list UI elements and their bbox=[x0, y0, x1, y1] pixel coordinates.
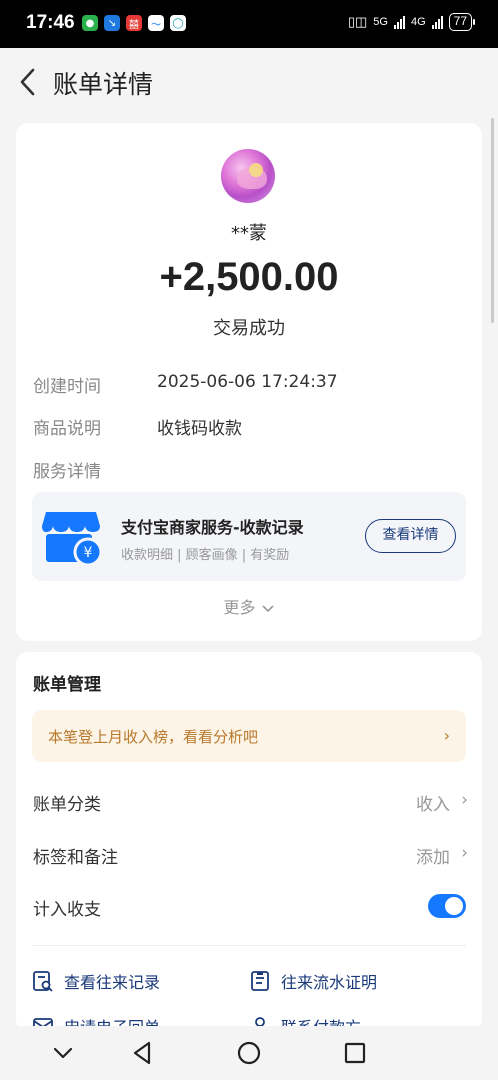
transaction-card: **蒙 +2,500.00 交易成功 创建时间 2025-06-06 17:24… bbox=[16, 123, 482, 641]
chevron-right-icon: › bbox=[461, 790, 468, 810]
amount: +2,500.00 bbox=[159, 255, 339, 299]
status-bar: 17:46 ● ↘ 囍 ～ ◯ ▯◫ 5G 4G 77 bbox=[0, 0, 498, 48]
document-icon bbox=[251, 971, 269, 991]
tags-notes-label: 标签和备注 bbox=[33, 848, 118, 868]
back-triangle-icon[interactable] bbox=[128, 1038, 158, 1068]
divider bbox=[32, 945, 466, 946]
network-4g-label: 4G bbox=[410, 16, 426, 28]
service-title: 支付宝商家服务-收款记录 bbox=[121, 518, 304, 537]
app-notification-icon: ↘ bbox=[104, 15, 120, 31]
chevron-down-icon[interactable] bbox=[48, 1038, 78, 1068]
tags-notes-value[interactable]: 添加 bbox=[416, 843, 450, 868]
signal-icon bbox=[393, 15, 405, 29]
notification-icons: ● ↘ 囍 ～ ◯ bbox=[82, 15, 186, 31]
recents-square-icon[interactable] bbox=[340, 1038, 370, 1068]
signal-icon bbox=[431, 15, 443, 29]
app-notification-icon: ◯ bbox=[170, 15, 186, 31]
transaction-proof-label: 往来流水证明 bbox=[281, 973, 378, 992]
income-tip-banner[interactable]: 本笔登上月收入榜，看看分析吧 › bbox=[32, 710, 466, 762]
home-circle-icon[interactable] bbox=[234, 1038, 264, 1068]
view-records-link[interactable]: 查看往来记录 bbox=[32, 969, 160, 993]
created-time-label: 创建时间 bbox=[33, 377, 101, 397]
wechat-icon: ● bbox=[82, 15, 98, 31]
view-records-label: 查看往来记录 bbox=[64, 973, 161, 992]
bill-category-label: 账单分类 bbox=[33, 795, 101, 815]
transaction-status: 交易成功 bbox=[213, 318, 285, 339]
more-button[interactable]: 更多 bbox=[16, 594, 482, 618]
clock: 17:46 bbox=[26, 12, 75, 33]
created-time-value: 2025-06-06 17:24:37 bbox=[157, 372, 338, 392]
scrollbar[interactable] bbox=[491, 118, 494, 323]
product-desc-value: 收钱码收款 bbox=[157, 419, 242, 439]
app-header: 账单详情 bbox=[0, 48, 498, 116]
back-button[interactable] bbox=[14, 66, 42, 98]
chevron-left-icon bbox=[20, 68, 35, 96]
service-subtitle: 收款明细 | 顾客画像 | 有奖励 bbox=[121, 548, 290, 563]
bill-category-value[interactable]: 收入 bbox=[416, 790, 450, 815]
app-notification-icon: ～ bbox=[148, 15, 164, 31]
chevron-down-icon bbox=[261, 604, 274, 612]
system-nav-bar bbox=[0, 1026, 498, 1080]
chevron-right-icon: › bbox=[443, 726, 450, 745]
product-desc-label: 商品说明 bbox=[33, 419, 101, 439]
bill-management-card: 账单管理 本笔登上月收入榜，看看分析吧 › 账单分类 收入 › 标签和备注 添加… bbox=[16, 652, 482, 1032]
status-indicators: ▯◫ 5G 4G 77 bbox=[347, 13, 476, 31]
app-notification-icon: 囍 bbox=[126, 15, 142, 31]
view-details-button[interactable]: 查看详情 bbox=[365, 519, 456, 553]
chevron-right-icon: › bbox=[461, 843, 468, 863]
tip-text: 本笔登上月收入榜，看看分析吧 bbox=[48, 728, 259, 746]
shop-yuan-icon: ¥ bbox=[42, 512, 102, 566]
record-search-icon bbox=[33, 971, 53, 992]
vibrate-icon: ▯◫ bbox=[347, 14, 368, 29]
merchant-service-card[interactable]: ¥ 支付宝商家服务-收款记录 收款明细 | 顾客画像 | 有奖励 查看详情 bbox=[32, 492, 466, 581]
battery-icon: 77 bbox=[448, 13, 476, 31]
more-label: 更多 bbox=[223, 598, 256, 617]
avatar[interactable] bbox=[221, 149, 275, 203]
page-title: 账单详情 bbox=[53, 70, 154, 99]
payer-name: **蒙 bbox=[231, 223, 267, 244]
section-title: 账单管理 bbox=[33, 675, 101, 695]
include-in-budget-toggle[interactable] bbox=[428, 894, 466, 918]
svg-text:¥: ¥ bbox=[84, 545, 93, 561]
service-details-label: 服务详情 bbox=[33, 462, 101, 482]
include-in-budget-label: 计入收支 bbox=[33, 900, 101, 920]
network-5g-label: 5G bbox=[373, 16, 388, 28]
transaction-proof-link[interactable]: 往来流水证明 bbox=[249, 969, 377, 993]
